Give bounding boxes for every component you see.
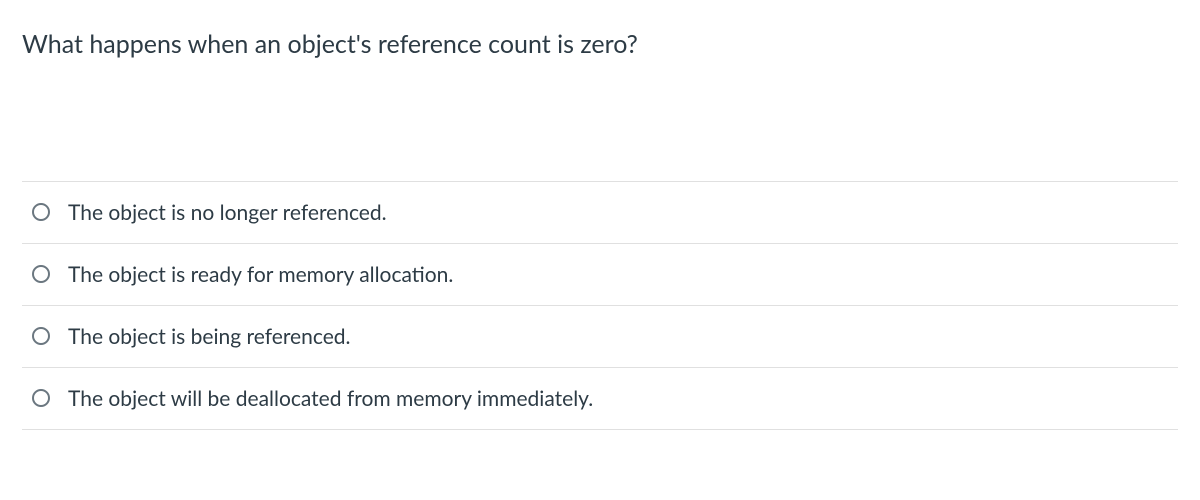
option-row[interactable]: The object is being referenced. [22, 306, 1178, 368]
option-row[interactable]: The object is ready for memory allocatio… [22, 244, 1178, 306]
option-label: The object is ready for memory allocatio… [68, 262, 453, 287]
radio-icon[interactable] [32, 389, 50, 407]
question-text: What happens when an object's reference … [22, 28, 1178, 61]
option-label: The object will be deallocated from memo… [68, 386, 593, 411]
radio-icon[interactable] [32, 265, 50, 283]
option-row[interactable]: The object will be deallocated from memo… [22, 368, 1178, 430]
radio-icon[interactable] [32, 203, 50, 221]
radio-icon[interactable] [32, 327, 50, 345]
option-label: The object is being referenced. [68, 324, 351, 349]
option-row[interactable]: The object is no longer referenced. [22, 182, 1178, 244]
option-label: The object is no longer referenced. [68, 200, 387, 225]
options-list: The object is no longer referenced. The … [22, 181, 1178, 430]
